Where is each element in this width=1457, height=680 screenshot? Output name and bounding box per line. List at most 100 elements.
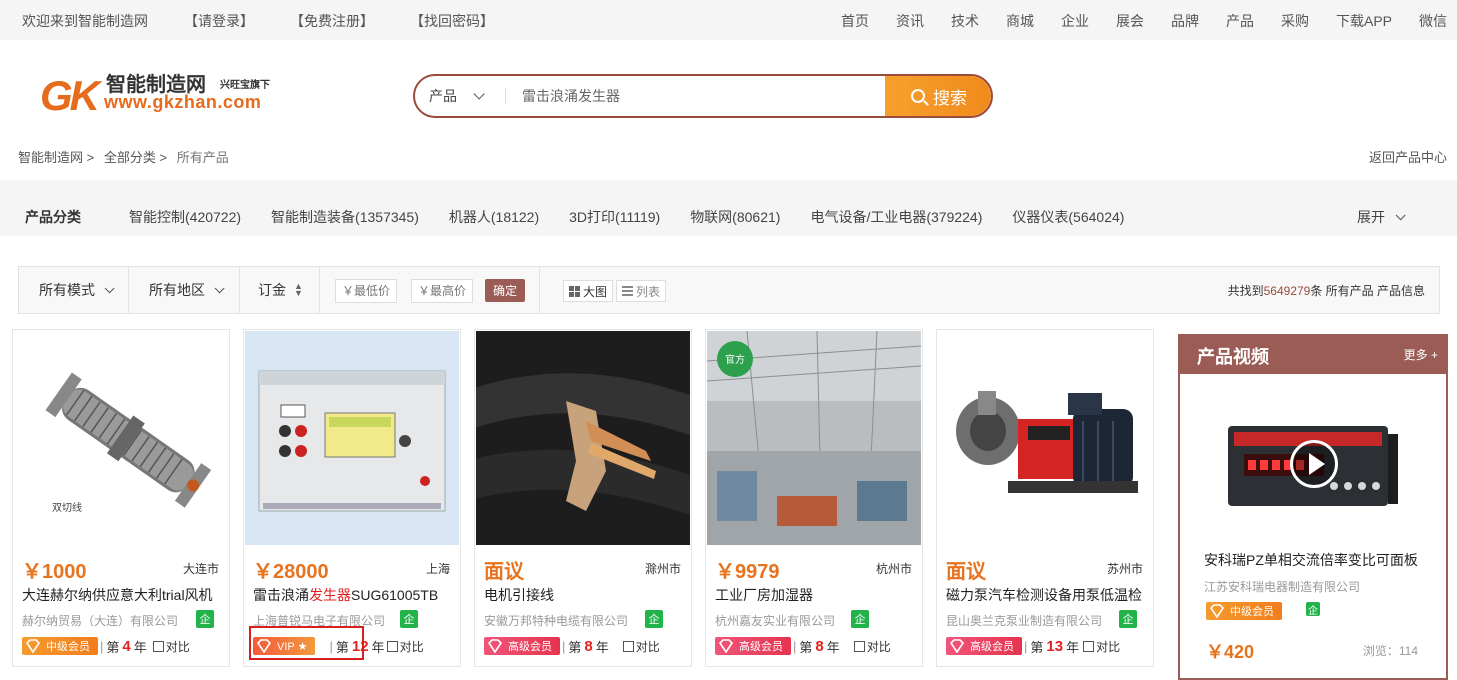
nav-company[interactable]: 企业 <box>1061 11 1089 31</box>
compare-checkbox[interactable]: 对比 <box>622 638 660 655</box>
category-item[interactable]: 3D打印(11119) <box>569 207 660 227</box>
nav-purchase[interactable]: 采购 <box>1281 11 1309 31</box>
register-link[interactable]: 【免费注册】 <box>290 11 374 31</box>
nav-home[interactable]: 首页 <box>841 11 869 31</box>
breadcrumb-current: 所有产品 <box>176 150 229 165</box>
video-company[interactable]: 江苏安科瑞电器制造有限公司 <box>1204 578 1360 595</box>
category-title: 产品分类 <box>25 209 81 225</box>
member-badge: 高级会员 <box>946 637 1022 655</box>
category-item[interactable]: 智能控制(420722) <box>129 207 241 227</box>
back-to-product-center-link[interactable]: 返回产品中心 <box>1369 147 1447 166</box>
diamond-icon <box>26 639 40 653</box>
breadcrumb-all[interactable]: 全部分类 > <box>104 150 167 165</box>
mode-dropdown[interactable]: 所有模式 <box>19 267 129 313</box>
category-item[interactable]: 物联网(80621) <box>690 207 780 227</box>
video-more-link[interactable]: 更多 + <box>1404 346 1438 363</box>
compare-checkbox[interactable]: 对比 <box>152 638 190 655</box>
compare-checkbox[interactable]: 对比 <box>1083 638 1120 655</box>
product-card[interactable]: 面议 滁州市 电机引接线 安徽万邦特种电缆有限公司 企 高级会员 | 第 8 年… <box>474 329 692 667</box>
product-image[interactable] <box>245 331 459 545</box>
diamond-icon <box>1210 604 1224 618</box>
diamond-icon <box>488 639 502 653</box>
category-item[interactable]: 仪器仪表(564024) <box>1012 207 1124 227</box>
nav-tech[interactable]: 技术 <box>951 11 979 31</box>
product-price: ￥28000 <box>253 561 329 583</box>
compare-label: 对比 <box>1096 639 1121 654</box>
nav-brand[interactable]: 品牌 <box>1171 11 1199 31</box>
min-price-input[interactable] <box>335 279 397 303</box>
product-card[interactable]: 官方 ￥9979 杭州市 工业厂房加湿器 杭州嘉友实业有限公司 企 高级会员 |… <box>705 329 923 667</box>
result-count: 共找到5649279条 所有产品 产品信息 <box>1228 282 1425 299</box>
nav-mall[interactable]: 商城 <box>1006 11 1034 31</box>
product-company[interactable]: 杭州嘉友实业有限公司 <box>715 612 835 629</box>
member-badge-label: 中级会员 <box>1230 606 1274 618</box>
category-item[interactable]: 电气设备/工业电器(379224) <box>810 207 982 227</box>
product-card[interactable]: 双切线 ￥1000 大连市 大连赫尔纳供应意大利trial风机 赫尔纳贸易（大连… <box>12 329 230 667</box>
search-input[interactable] <box>506 76 885 116</box>
breadcrumb-home[interactable]: 智能制造网 > <box>18 150 94 165</box>
view-list-button[interactable]: 列表 <box>616 280 667 302</box>
logo-sub: 兴旺宝旗下 <box>220 80 270 91</box>
confirm-price-button[interactable]: 确定 <box>485 279 525 302</box>
member-badge-label: 高级会员 <box>970 641 1014 653</box>
category-item[interactable]: 智能制造装备(1357345) <box>271 207 419 227</box>
nav-wechat[interactable]: 微信 <box>1419 11 1447 31</box>
view-big-button[interactable]: 大图 <box>563 280 614 302</box>
product-card[interactable]: ￥28000 上海 雷击浪涌发生器SUG61005TB 上海普锐马电子有限公司 … <box>243 329 461 667</box>
product-company[interactable]: 赫尔纳贸易（大连）有限公司 <box>22 612 178 629</box>
member-badge-label: 中级会员 <box>46 641 90 653</box>
product-city: 杭州市 <box>875 562 912 576</box>
product-image[interactable] <box>938 331 1152 545</box>
product-title[interactable]: 大连赫尔纳供应意大利trial风机 <box>22 585 222 605</box>
compare-checkbox[interactable]: 对比 <box>853 638 891 655</box>
forgot-password-link[interactable]: 【找回密码】 <box>410 11 494 31</box>
login-link[interactable]: 【请登录】 <box>184 11 254 31</box>
product-title[interactable]: 工业厂房加湿器 <box>715 585 915 605</box>
chevron-down-icon <box>1395 209 1406 220</box>
checkbox-icon <box>152 640 164 652</box>
enterprise-badge: 企 <box>196 610 214 628</box>
region-dropdown[interactable]: 所有地区 <box>129 267 240 313</box>
play-icon[interactable] <box>1290 440 1338 488</box>
compare-label: 对比 <box>165 639 190 654</box>
nav-news[interactable]: 资讯 <box>896 11 924 31</box>
category-item[interactable]: 机器人(18122) <box>449 207 539 227</box>
product-price: 面议 <box>484 561 524 583</box>
filter-bar: 所有模式 所有地区 订金 ▲▼ - 确定 大图 列表 共找到5649279条 所… <box>18 266 1440 314</box>
product-title[interactable]: 电机引接线 <box>484 585 684 605</box>
rank-prefix: 第 <box>799 639 813 655</box>
product-company[interactable]: 安徽万邦特种电缆有限公司 <box>484 612 628 629</box>
divider: | <box>562 638 566 654</box>
product-city: 苏州市 <box>1106 562 1143 576</box>
product-title-text: 大连赫尔纳供应意大利trial风机 <box>22 587 213 603</box>
product-company[interactable]: 昆山奥兰克泵业制造有限公司 <box>946 612 1102 629</box>
max-price-input[interactable] <box>411 279 473 303</box>
deposit-sort[interactable]: 订金 ▲ ▼ <box>240 267 320 313</box>
video-product-title[interactable]: 安科瑞PZ单相交流倍率变比可面板 <box>1204 550 1418 570</box>
product-title[interactable]: 磁力泵汽车检测设备用泵低温检 <box>946 585 1146 605</box>
search-button-label: 搜索 <box>933 88 967 108</box>
product-image[interactable]: 官方 <box>707 331 921 545</box>
divider: | <box>793 638 797 654</box>
enterprise-badge: 企 <box>400 610 418 628</box>
nav-product[interactable]: 产品 <box>1226 11 1254 31</box>
nav-expo[interactable]: 展会 <box>1116 11 1144 31</box>
deposit-label: 订金 <box>258 282 286 298</box>
member-years: 4 <box>122 637 131 655</box>
product-card[interactable]: 面议 苏州市 磁力泵汽车检测设备用泵低温检 昆山奥兰克泵业制造有限公司 企 高级… <box>936 329 1154 667</box>
product-image[interactable] <box>476 331 690 545</box>
nav-download-app[interactable]: 下载APP <box>1336 11 1392 31</box>
search-category-select[interactable]: 产品 <box>415 76 505 116</box>
expand-categories-button[interactable]: 展开 <box>1357 207 1406 227</box>
compare-checkbox[interactable]: 对比 <box>386 638 424 655</box>
product-meta: 中级会员 | 第 4 年 对比 <box>22 636 221 656</box>
search-button[interactable]: 搜索 <box>885 76 991 116</box>
site-logo[interactable]: GK 智能制造网 兴旺宝旗下 www.gkzhan.com <box>40 66 285 124</box>
rank-suffix: 年 <box>826 639 840 655</box>
mode-label: 所有模式 <box>39 282 95 298</box>
product-image[interactable]: 双切线 <box>14 331 228 545</box>
compare-label: 对比 <box>635 639 660 654</box>
view-list-label: 列表 <box>636 284 661 299</box>
search-bar: 产品 搜索 <box>413 74 993 118</box>
product-title[interactable]: 雷击浪涌发生器SUG61005TB <box>253 585 453 605</box>
